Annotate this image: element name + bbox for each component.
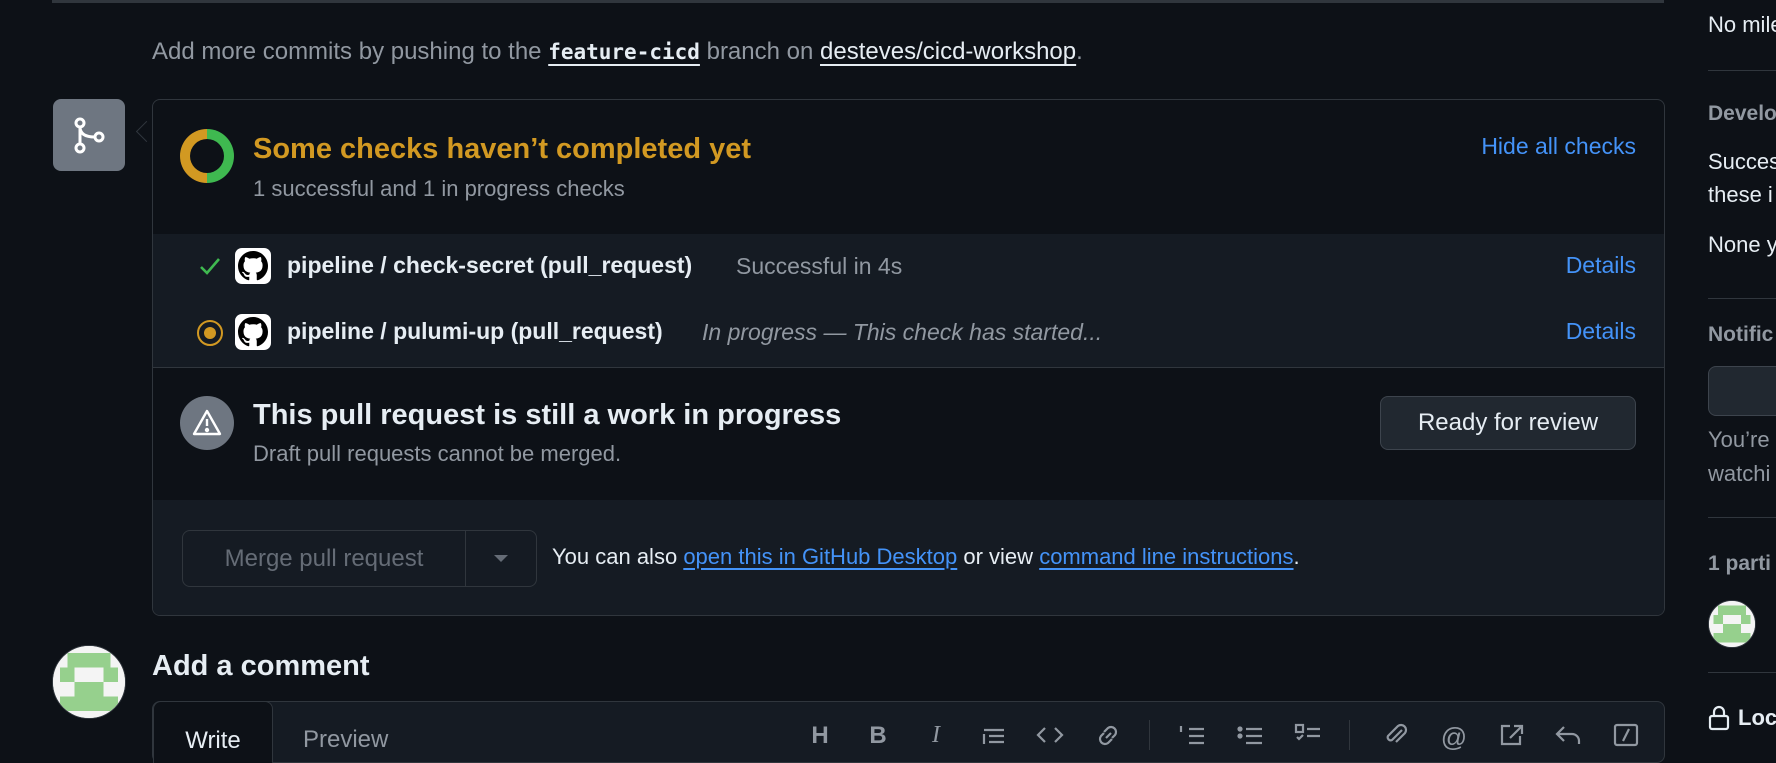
italic-icon[interactable]: I — [921, 722, 951, 752]
avatar[interactable] — [52, 645, 126, 719]
merge-pull-request-button[interactable]: Merge pull request — [183, 531, 466, 586]
check-details-link[interactable]: Details — [1566, 252, 1636, 279]
participant-avatar[interactable] — [1708, 600, 1756, 648]
slash-command-icon[interactable] — [1611, 722, 1641, 752]
github-actions-icon — [235, 314, 271, 350]
task-list-icon[interactable] — [1293, 722, 1323, 752]
development-none: None y — [1708, 232, 1776, 257]
notifications-text: You’re — [1708, 427, 1770, 452]
merge-alternatives: You can also open this in GitHub Desktop… — [552, 544, 1300, 570]
participants-heading: 1 parti — [1708, 552, 1772, 575]
sidebar-divider — [1708, 672, 1776, 673]
tab-preview[interactable]: Preview — [303, 726, 388, 754]
bold-icon[interactable]: B — [863, 722, 893, 752]
command-line-link[interactable]: command line instructions — [1039, 544, 1293, 569]
check-description: Successful in 4s — [736, 253, 903, 279]
draft-notice: This pull request is still a work in pro… — [153, 367, 1664, 501]
ready-for-review-button[interactable]: Ready for review — [1380, 396, 1636, 450]
sidebar-divider — [1708, 70, 1776, 71]
lock-conversation-link[interactable]: Loc — [1708, 705, 1776, 731]
sidebar-divider — [1708, 517, 1776, 518]
draft-subtitle: Draft pull requests cannot be merged. — [253, 441, 622, 466]
code-icon[interactable] — [1035, 722, 1065, 752]
development-heading[interactable]: Develo — [1708, 102, 1776, 126]
lock-icon — [1708, 705, 1730, 731]
sidebar-divider — [1708, 298, 1776, 299]
merge-box: Some checks haven’t completed yet 1 succ… — [152, 99, 1665, 616]
check-in-progress-icon — [197, 320, 223, 346]
merge-options-dropdown[interactable] — [466, 531, 536, 586]
tab-write[interactable]: Write — [153, 701, 273, 763]
git-merge-icon — [74, 117, 105, 154]
hide-all-checks-link[interactable]: Hide all checks — [1481, 133, 1636, 160]
add-comment-heading: Add a comment — [152, 650, 370, 682]
commit-hint: Add more commits by pushing to the featu… — [152, 38, 1083, 66]
check-name: pipeline / check-secret (pull_request) — [287, 252, 693, 278]
check-description: In progress — This check has started... — [702, 319, 1103, 345]
merge-button-group: Merge pull request — [182, 530, 537, 587]
cross-reference-icon[interactable] — [1497, 722, 1527, 752]
comment-editor: Write Preview H B I @ — [152, 701, 1665, 763]
caret-down-icon — [494, 554, 508, 562]
notifications-text: watchi — [1708, 461, 1771, 486]
milestone-value: No mile — [1708, 12, 1776, 37]
commit-hint-prefix: Add more commits by pushing to the — [152, 38, 542, 65]
quote-icon[interactable] — [979, 722, 1009, 752]
alert-icon — [180, 396, 234, 450]
timeline-divider — [52, 0, 1664, 3]
lock-label: Loc — [1738, 705, 1776, 730]
checks-progress-ring-icon — [180, 129, 234, 183]
merge-note-middle: or view — [963, 544, 1034, 569]
commit-hint-middle: branch on — [706, 38, 814, 65]
github-actions-icon — [235, 248, 271, 284]
attach-icon[interactable] — [1381, 722, 1411, 752]
github-desktop-link[interactable]: open this in GitHub Desktop — [683, 544, 957, 569]
ordered-list-icon[interactable] — [1177, 722, 1207, 752]
mention-icon[interactable]: @ — [1439, 722, 1469, 752]
check-name: pipeline / pulumi-up (pull_request) — [287, 318, 663, 344]
check-row: pipeline / check-secret (pull_request) S… — [153, 234, 1664, 301]
development-text: these i — [1708, 182, 1773, 207]
check-success-icon — [200, 258, 220, 275]
merge-note-prefix: You can also — [552, 544, 678, 569]
notifications-heading: Notific — [1708, 323, 1774, 346]
checks-title: Some checks haven’t completed yet — [253, 133, 752, 165]
development-text: Succes — [1708, 149, 1776, 174]
subscribe-button[interactable] — [1708, 366, 1776, 416]
check-details-link[interactable]: Details — [1566, 318, 1636, 345]
branch-name[interactable]: feature-cicd — [548, 40, 700, 64]
heading-icon[interactable]: H — [805, 722, 835, 752]
merge-note-suffix: . — [1293, 544, 1300, 569]
merge-actions: Merge pull request You can also open thi… — [153, 500, 1664, 615]
merge-status-icon — [53, 99, 125, 171]
link-icon[interactable] — [1093, 722, 1123, 752]
check-row: pipeline / pulumi-up (pull_request) In p… — [153, 300, 1664, 368]
checks-subtitle: 1 successful and 1 in progress checks — [253, 176, 625, 201]
unordered-list-icon[interactable] — [1235, 722, 1265, 752]
repo-link[interactable]: desteves/cicd-workshop — [820, 38, 1076, 65]
commit-hint-suffix: . — [1076, 38, 1083, 65]
draft-title: This pull request is still a work in pro… — [253, 399, 842, 431]
checks-summary: Some checks haven’t completed yet 1 succ… — [153, 100, 1664, 235]
saved-reply-icon[interactable] — [1553, 722, 1583, 752]
